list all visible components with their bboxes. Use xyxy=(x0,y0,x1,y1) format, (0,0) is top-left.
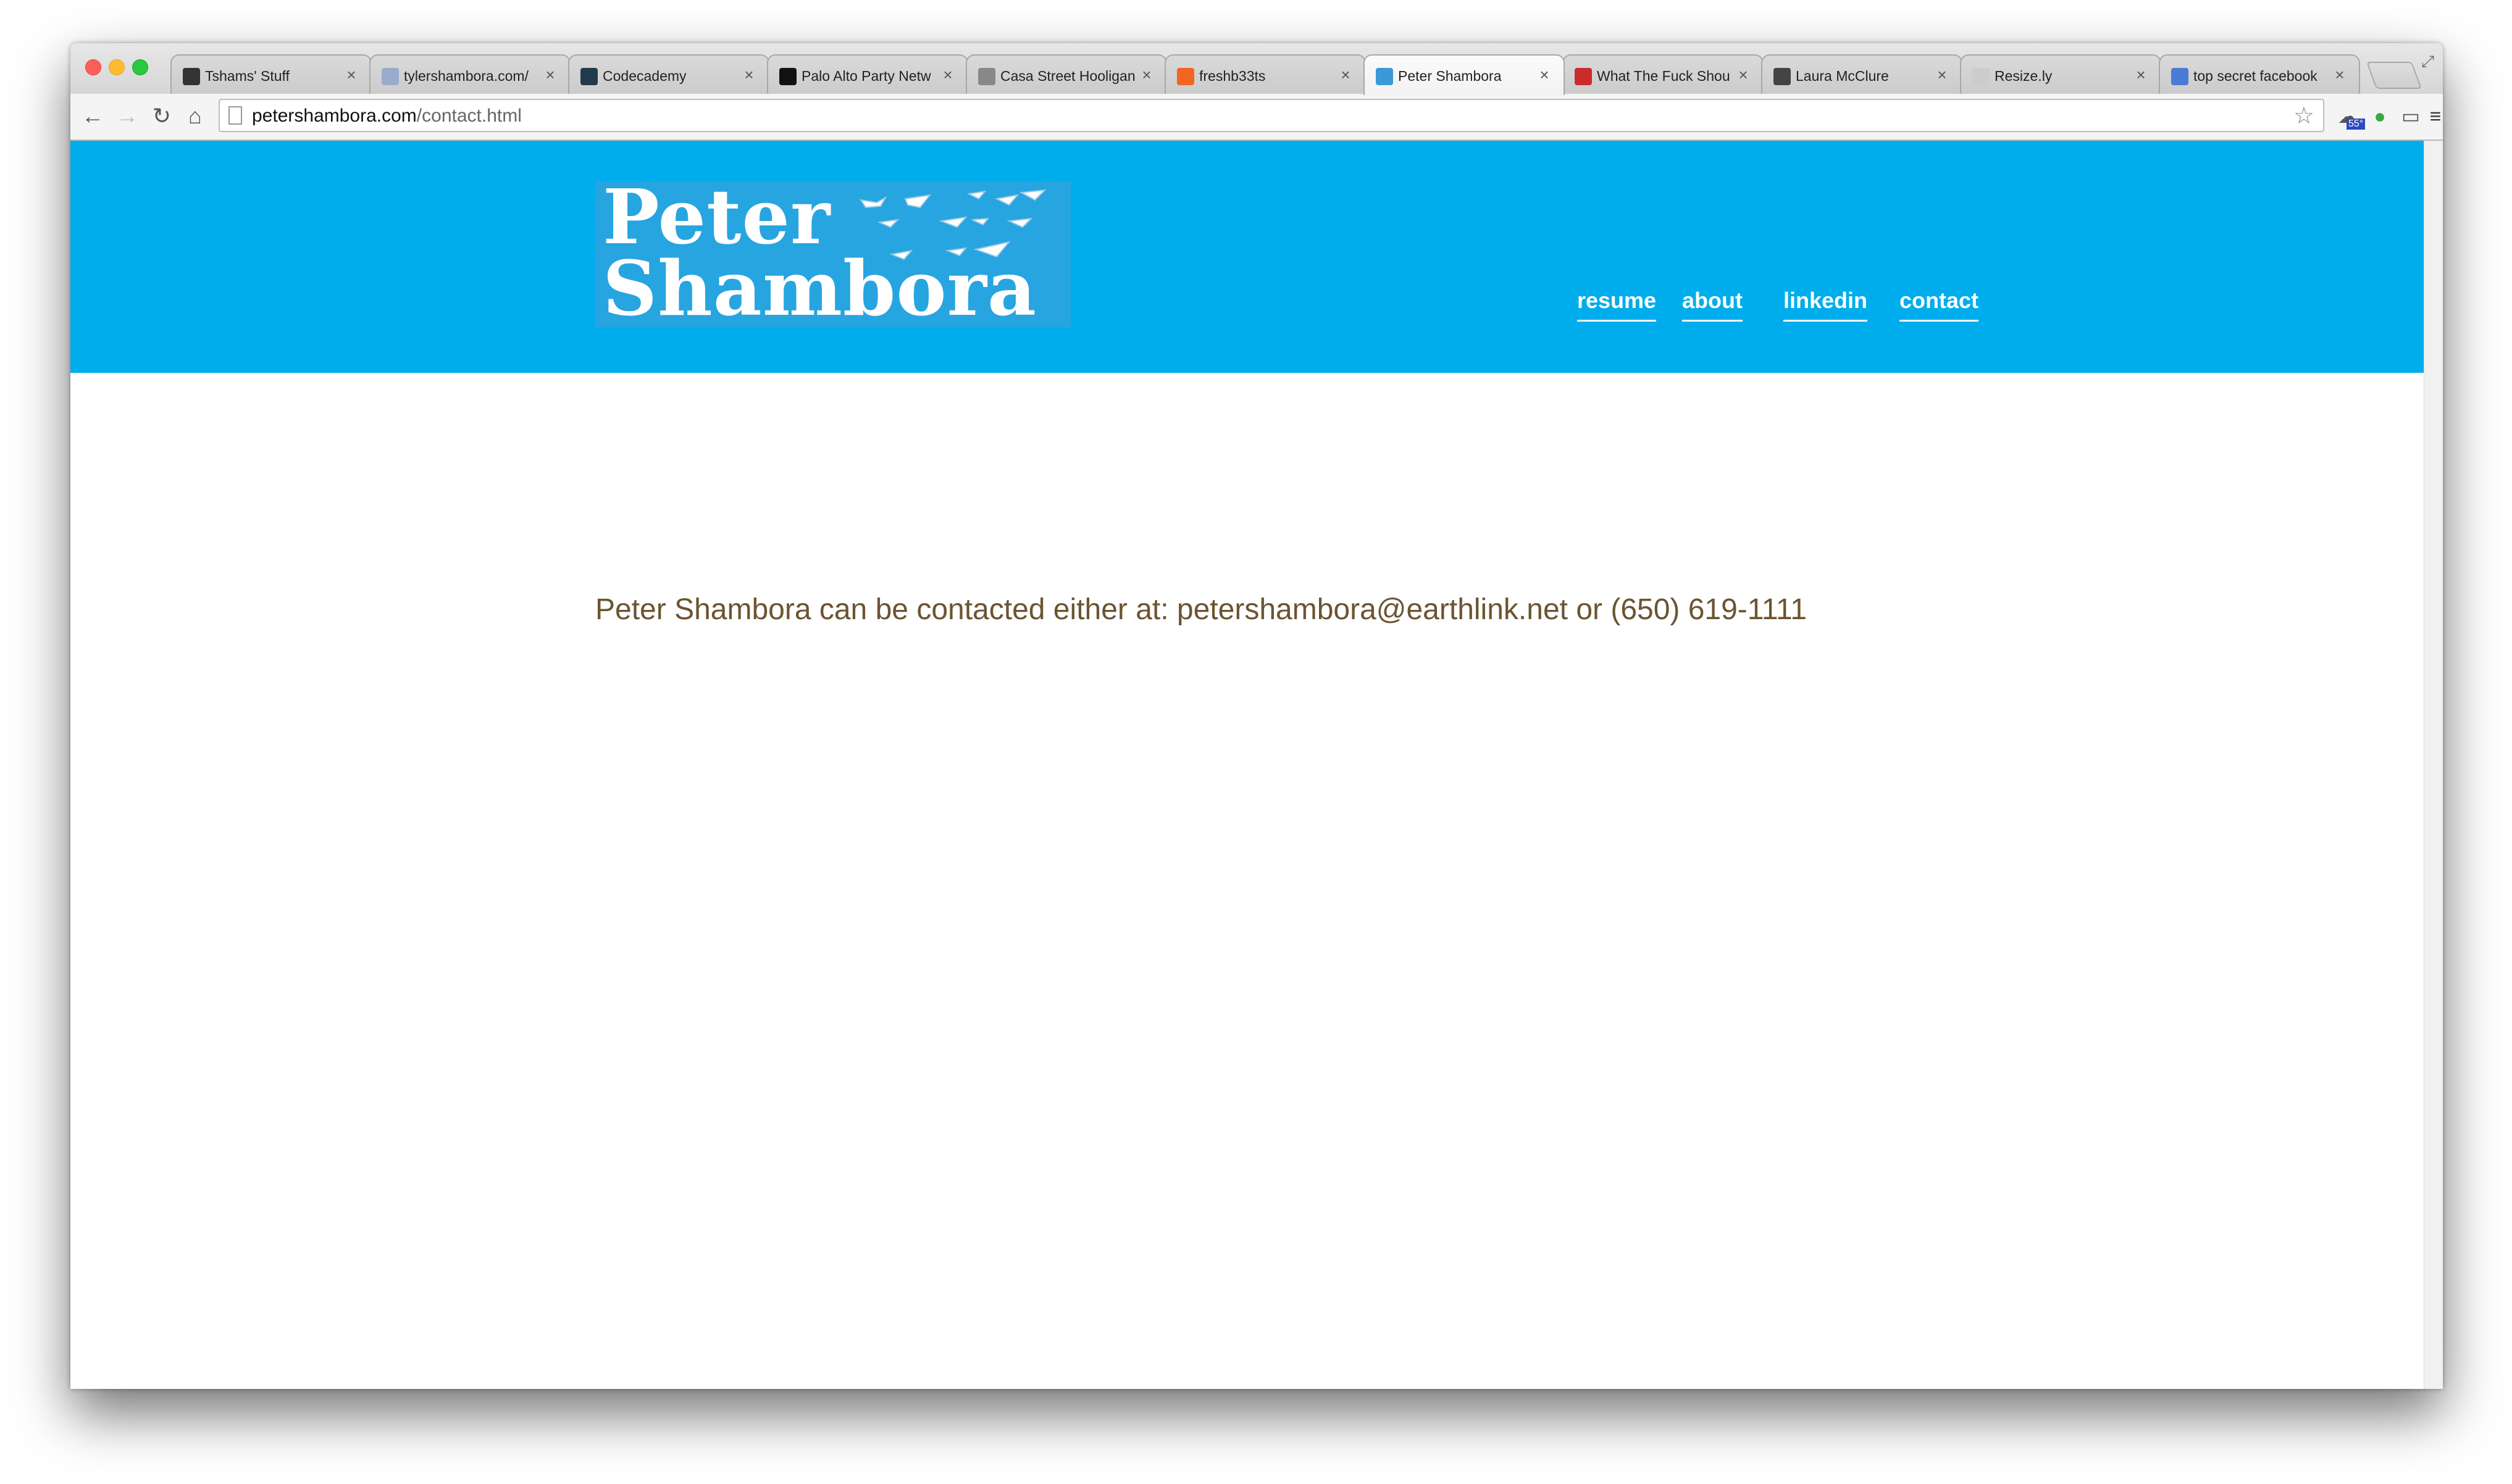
window-close-button[interactable] xyxy=(85,59,101,75)
tab-title: Palo Alto Party Netw xyxy=(802,68,931,84)
page-scrollbar[interactable] xyxy=(2424,141,2443,1389)
nav-link-linkedin[interactable]: linkedin xyxy=(1783,285,1868,322)
browser-tab[interactable]: Codecademy × xyxy=(568,54,769,94)
tab-favicon-icon xyxy=(382,68,399,85)
tab-favicon-icon xyxy=(1773,68,1791,85)
browser-tab[interactable]: Casa Street Hooligan × xyxy=(966,54,1167,94)
tab-title: What The Fuck Shou xyxy=(1597,68,1730,84)
tab-close-icon[interactable]: × xyxy=(542,64,558,85)
tab-favicon-icon xyxy=(1177,68,1194,85)
tab-close-icon[interactable]: × xyxy=(1934,64,1950,85)
browser-tab[interactable]: Resize.ly × xyxy=(1960,54,2161,94)
site-logo[interactable]: Peter Shambora xyxy=(595,172,1071,327)
tab-title: Tshams' Stuff xyxy=(205,68,290,84)
tab-close-icon[interactable]: × xyxy=(1536,64,1552,85)
url-host: petershambora.com xyxy=(252,106,417,126)
nav-link-contact[interactable]: contact xyxy=(1899,285,1979,322)
browser-tab[interactable]: Peter Shambora × xyxy=(1363,54,1565,95)
forward-icon[interactable]: → xyxy=(114,102,141,130)
tab-close-icon[interactable]: × xyxy=(343,64,359,85)
window-minimize-button[interactable] xyxy=(109,59,125,75)
page-content: Peter Shambora resume about linkedin con… xyxy=(70,141,2443,1389)
bookmark-star-icon[interactable]: ☆ xyxy=(2293,104,2314,128)
tab-close-icon[interactable]: × xyxy=(2133,64,2149,85)
tab-favicon-icon xyxy=(1376,68,1393,85)
tab-title: Casa Street Hooligan xyxy=(1000,68,1136,84)
logo-line-1: Peter xyxy=(603,172,831,261)
menu-icon[interactable]: ≡ xyxy=(2422,102,2443,130)
tab-close-icon[interactable]: × xyxy=(741,64,757,85)
nav-link-about[interactable]: about xyxy=(1682,285,1743,322)
browser-tab[interactable]: Laura McClure × xyxy=(1761,54,1962,94)
cast-icon[interactable]: ▭ xyxy=(2397,102,2424,130)
tab-favicon-icon xyxy=(1575,68,1592,85)
paper-boats-icon xyxy=(859,189,1047,261)
tab-favicon-icon xyxy=(1972,68,1990,85)
home-icon[interactable]: ⌂ xyxy=(182,102,209,130)
new-tab-button[interactable] xyxy=(2366,62,2422,89)
site-header: Peter Shambora resume about linkedin con… xyxy=(70,141,2424,373)
reload-icon[interactable]: ↻ xyxy=(148,102,175,130)
nav-link-resume[interactable]: resume xyxy=(1577,285,1657,322)
hangouts-extension-icon[interactable]: ● xyxy=(2366,102,2393,130)
browser-tab[interactable]: What The Fuck Shou × xyxy=(1562,54,1764,94)
back-icon[interactable]: ← xyxy=(79,102,106,130)
tab-title: Peter Shambora xyxy=(1398,68,1502,84)
tab-close-icon[interactable]: × xyxy=(1735,64,1751,85)
tab-close-icon[interactable]: × xyxy=(1139,64,1155,85)
browser-toolbar: ← → ↻ ⌂ petershambora.com/contact.html ☆… xyxy=(70,94,2443,141)
tab-favicon-icon xyxy=(978,68,995,85)
tab-title: freshb33ts xyxy=(1199,68,1266,84)
browser-tab[interactable]: Palo Alto Party Netw × xyxy=(767,54,968,94)
browser-window: Tshams' Stuff × tylershambora.com/× Codecad… xyxy=(70,43,2443,1389)
url-path: /contact.html xyxy=(416,106,522,126)
browser-tab[interactable]: Tshams' Stuff × xyxy=(170,54,372,94)
contact-text: Peter Shambora can be contacted either a… xyxy=(595,593,1807,626)
weather-badge: 55° xyxy=(2347,119,2366,130)
tab-title: Resize.ly xyxy=(1995,68,2053,84)
tab-title: tylershambora.com/ xyxy=(404,68,529,84)
browser-tab[interactable]: freshb33ts × xyxy=(1165,54,1366,94)
tab-favicon-icon xyxy=(2171,68,2188,85)
tab-title: Codecademy xyxy=(603,68,687,84)
url-text: petershambora.com/contact.html xyxy=(252,105,522,127)
address-bar[interactable]: petershambora.com/contact.html ☆ xyxy=(219,99,2324,132)
tab-close-icon[interactable]: × xyxy=(940,64,956,85)
tab-favicon-icon xyxy=(580,68,598,85)
tab-favicon-icon xyxy=(779,68,797,85)
tab-strip: Tshams' Stuff × tylershambora.com/× Codecad… xyxy=(70,43,2443,95)
browser-tab[interactable]: tylershambora.com/ × xyxy=(369,54,571,94)
tab-favicon-icon xyxy=(183,68,200,85)
tab-close-icon[interactable]: × xyxy=(2332,64,2348,85)
tab-close-icon[interactable]: × xyxy=(1338,64,1354,85)
page-icon xyxy=(228,106,242,125)
tab-title: Laura McClure xyxy=(1796,68,1889,84)
tab-title: top secret facebook xyxy=(2193,68,2317,84)
browser-tab[interactable]: top secret facebook × xyxy=(2159,54,2360,94)
window-maximize-button[interactable] xyxy=(132,59,148,75)
weather-extension-icon[interactable]: ☁ 55° xyxy=(2334,102,2366,130)
fullscreen-icon[interactable]: ⤢ xyxy=(2421,52,2434,72)
